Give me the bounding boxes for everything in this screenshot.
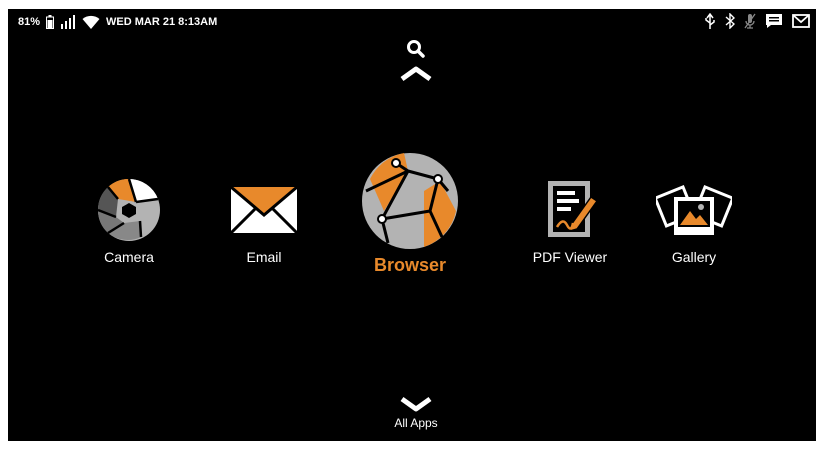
- all-apps-label[interactable]: All Apps: [376, 416, 456, 430]
- message-icon: [766, 14, 782, 28]
- status-bar-right: [695, 13, 810, 29]
- app-browser[interactable]: Browser: [354, 151, 466, 276]
- wifi-icon: [82, 15, 100, 29]
- status-bar: 81% WED MAR 21 8:13AM: [8, 9, 816, 35]
- gmail-icon: [792, 14, 810, 28]
- app-gallery[interactable]: Gallery: [652, 177, 736, 265]
- app-label-pdf-viewer: PDF Viewer: [532, 249, 608, 265]
- up-chevron-button[interactable]: [400, 63, 432, 83]
- search-icon: [407, 40, 425, 58]
- chevron-down-icon: [400, 396, 432, 412]
- app-label-camera: Camera: [104, 249, 154, 265]
- status-bar-left: 81% WED MAR 21 8:13AM: [18, 15, 223, 29]
- app-label-email: Email: [246, 249, 282, 265]
- app-email[interactable]: Email: [222, 177, 306, 265]
- chevron-up-icon: [400, 66, 432, 82]
- app-label-gallery: Gallery: [671, 249, 717, 265]
- microphone-icon: [744, 13, 756, 29]
- bluetooth-icon: [725, 13, 735, 29]
- app-camera[interactable]: Camera: [87, 177, 171, 265]
- app-label-browser: Browser: [373, 255, 447, 275]
- pdf-document-icon: [548, 181, 599, 237]
- gallery-photos-icon: [656, 184, 732, 235]
- browser-globe-icon: [362, 153, 458, 249]
- home-screen: 81% WED MAR 21 8:13AM Camera Email Brows…: [8, 9, 816, 441]
- app-pdf-viewer[interactable]: PDF Viewer: [523, 177, 617, 265]
- search-button[interactable]: [403, 37, 429, 63]
- email-envelope-icon: [231, 185, 297, 235]
- camera-aperture-icon: [97, 178, 160, 241]
- status-datetime: WED MAR 21 8:13AM: [106, 16, 218, 28]
- all-apps-button[interactable]: [400, 395, 432, 415]
- battery-icon: [46, 15, 55, 29]
- usb-icon: [705, 13, 715, 29]
- battery-percent: 81%: [18, 16, 41, 28]
- signal-icon: [61, 15, 76, 29]
